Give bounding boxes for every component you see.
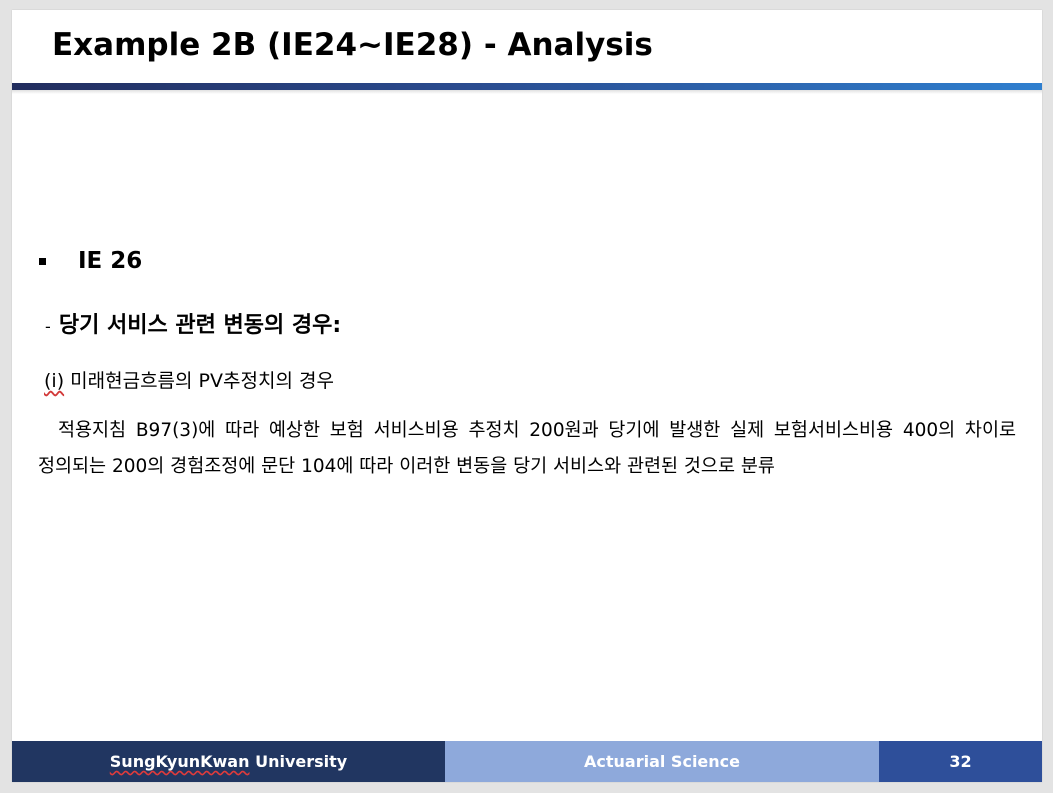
title-divider-shadow bbox=[12, 90, 1042, 94]
body-paragraph: 적용지침 B97(3)에 따라 예상한 보험 서비스비용 추정치 200원과 당… bbox=[38, 420, 1016, 477]
footer-university-first: SungKyunKwan bbox=[109, 752, 250, 771]
footer-department: Actuarial Science bbox=[445, 741, 879, 782]
case-text: 미래현금흐름의 PV추정치의 경우 bbox=[70, 370, 334, 392]
square-bullet-icon bbox=[39, 257, 46, 265]
title-divider bbox=[12, 83, 1042, 90]
sub-heading: - 당기 서비스 관련 변동의 경우: bbox=[45, 307, 341, 339]
slide: Example 2B (IE24~IE28) - Analysis IE 26 … bbox=[12, 10, 1042, 782]
bullet-item: IE 26 bbox=[39, 248, 142, 274]
footer-university-second: University bbox=[255, 752, 348, 771]
footer-page-number: 32 bbox=[879, 741, 1042, 782]
case-marker: (i) bbox=[44, 370, 65, 392]
footer-bar: SungKyunKwan University Actuarial Scienc… bbox=[12, 741, 1042, 782]
sub-heading-text: 당기 서비스 관련 변동의 경우: bbox=[58, 313, 342, 338]
sub-heading-dash: - bbox=[45, 317, 51, 336]
slide-title: Example 2B (IE24~IE28) - Analysis bbox=[52, 27, 653, 63]
bullet-text: IE 26 bbox=[78, 248, 143, 274]
case-line: (i) 미래현금흐름의 PV추정치의 경우 bbox=[44, 366, 334, 393]
footer-university: SungKyunKwan University bbox=[12, 741, 445, 782]
